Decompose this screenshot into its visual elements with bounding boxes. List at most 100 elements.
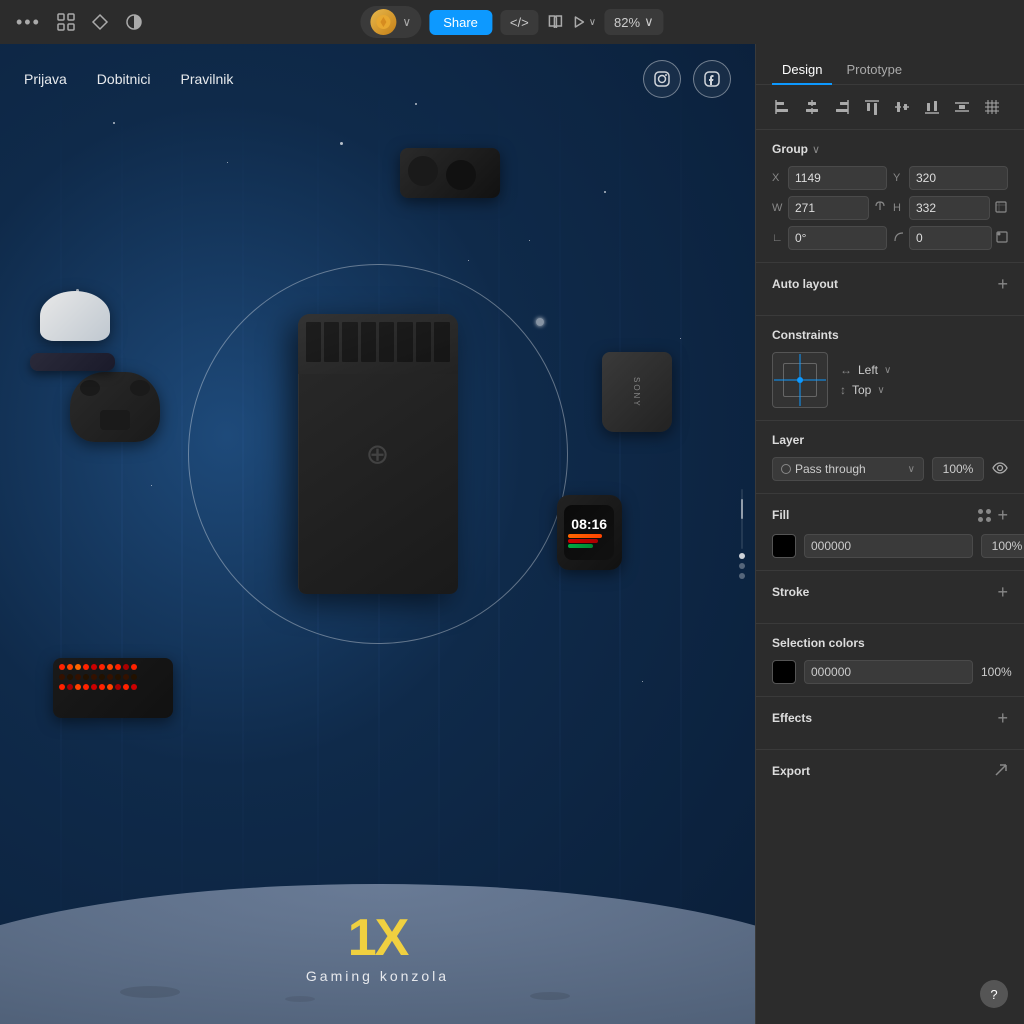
constraint-v-dropdown[interactable]: ↕ Top ∨ xyxy=(840,383,891,397)
sel-color-swatch[interactable] xyxy=(772,660,796,684)
align-top-button[interactable] xyxy=(860,95,884,119)
facebook-icon[interactable] xyxy=(693,60,731,98)
align-right-button[interactable] xyxy=(830,95,854,119)
tab-prototype[interactable]: Prototype xyxy=(836,56,912,85)
sel-colors-header: Selection colors xyxy=(772,636,1008,650)
instagram-icon[interactable] xyxy=(643,60,681,98)
contrast-icon[interactable] xyxy=(125,13,143,31)
constraint-visual-box xyxy=(772,352,828,408)
align-bottom-button[interactable] xyxy=(920,95,944,119)
constraint-h-caret-icon: ∨ xyxy=(884,365,891,376)
add-auto-layout-button[interactable]: + xyxy=(997,275,1008,293)
resize-icon[interactable] xyxy=(994,200,1008,217)
stroke-title: Stroke xyxy=(772,585,809,599)
layer-opacity-input[interactable]: 100% xyxy=(932,457,984,481)
corner-expand-icon[interactable] xyxy=(996,231,1008,246)
add-stroke-button[interactable]: + xyxy=(997,583,1008,601)
align-left-button[interactable] xyxy=(770,95,794,119)
earbuds-body xyxy=(400,148,500,198)
layer-row: Pass through ∨ 100% xyxy=(772,457,1008,481)
h-label: H xyxy=(893,202,905,214)
watch-time: 08:16 xyxy=(571,516,607,532)
watch-stats xyxy=(568,534,610,548)
tab-design[interactable]: Design xyxy=(772,56,832,85)
constraint-v-caret-icon: ∨ xyxy=(877,385,884,396)
layer-mode-caret-icon: ∨ xyxy=(908,464,915,475)
helmet-product xyxy=(30,291,120,371)
group-label: Group xyxy=(772,142,808,156)
y-input[interactable] xyxy=(909,166,1008,190)
component-icon[interactable] xyxy=(91,13,109,31)
x-input[interactable] xyxy=(788,166,887,190)
share-button[interactable]: Share xyxy=(429,10,492,35)
panel-tabs: Design Prototype xyxy=(756,44,1024,85)
layer-header: Layer xyxy=(772,433,1008,447)
main-layout: Prijava Dobitnici Pravilnik xyxy=(0,44,1024,1024)
constraint-h-dropdown[interactable]: ↔ Left ∨ xyxy=(840,363,891,377)
scroll-dot xyxy=(739,573,745,579)
constrain-proportions-icon[interactable] xyxy=(873,199,887,218)
speaker-product: SONY xyxy=(602,352,672,432)
distribute-button[interactable] xyxy=(950,95,974,119)
w-label: W xyxy=(772,202,784,214)
user-avatar-area[interactable]: ∨ xyxy=(360,6,421,38)
nav-link-prijava[interactable]: Prijava xyxy=(24,71,67,87)
angle-row: ∟ xyxy=(772,226,1008,250)
effects-title: Effects xyxy=(772,711,812,725)
more-icon[interactable]: ••• xyxy=(16,12,41,33)
led-strip-product xyxy=(53,658,173,718)
watch-body: 08:16 xyxy=(557,495,622,570)
grid-view-icon[interactable] xyxy=(57,13,75,31)
align-center-v-button[interactable] xyxy=(890,95,914,119)
layer-mode-select[interactable]: Pass through ∨ xyxy=(772,457,924,481)
constraint-v-value: Top xyxy=(852,383,871,397)
group-caret-icon[interactable]: ∨ xyxy=(812,143,820,156)
constraint-h-value: Left xyxy=(858,363,878,377)
angle-input[interactable] xyxy=(788,226,887,250)
tidy-button[interactable] xyxy=(980,95,1004,119)
nav-link-pravilnik[interactable]: Pravilnik xyxy=(181,71,234,87)
layer-visibility-icon[interactable] xyxy=(992,461,1008,477)
constraint-h-icon: ↔ xyxy=(840,363,852,377)
book-icon[interactable] xyxy=(547,13,565,31)
group-section: Group ∨ X Y W xyxy=(756,130,1024,263)
auto-layout-header: Auto layout + xyxy=(772,275,1008,293)
scroll-indicator[interactable] xyxy=(739,489,745,579)
zoom-button[interactable]: 82% ∨ xyxy=(604,9,664,35)
fill-style-icon[interactable] xyxy=(978,509,991,522)
xbox-logo: ⊕ xyxy=(366,438,389,471)
effects-header: Effects + xyxy=(772,709,1008,727)
export-header: Export xyxy=(772,762,1008,780)
scroll-thumb xyxy=(741,499,743,519)
play-icon[interactable]: ∨ xyxy=(573,15,596,29)
help-button[interactable]: ? xyxy=(980,980,1008,1008)
top-bar-center: ∨ Share </> ∨ 82% ∨ xyxy=(360,6,663,38)
products-area: ⊕ xyxy=(98,114,658,794)
avatar xyxy=(370,9,396,35)
add-effect-button[interactable]: + xyxy=(997,709,1008,727)
sel-color-hex-input[interactable] xyxy=(804,660,973,684)
canvas-area[interactable]: Prijava Dobitnici Pravilnik xyxy=(0,44,755,1024)
speaker-label: SONY xyxy=(632,377,641,408)
led-row-3 xyxy=(59,684,167,690)
smartwatch-product: 08:16 xyxy=(557,495,622,570)
add-export-button[interactable] xyxy=(994,762,1008,780)
speaker-body: SONY xyxy=(602,352,672,432)
align-center-h-button[interactable] xyxy=(800,95,824,119)
earbuds-product xyxy=(400,148,500,198)
top-bar: ••• ∨ xyxy=(0,0,1024,44)
fill-opacity-input[interactable] xyxy=(981,534,1024,558)
add-fill-button[interactable]: + xyxy=(997,506,1008,524)
nav-link-dobitnici[interactable]: Dobitnici xyxy=(97,71,151,87)
corner-input[interactable] xyxy=(909,226,992,250)
code-button[interactable]: </> xyxy=(500,10,539,35)
fill-row: − xyxy=(772,534,1008,558)
angle-label: ∟ xyxy=(772,232,784,244)
h-input[interactable] xyxy=(909,196,990,220)
zoom-chevron-icon: ∨ xyxy=(644,14,654,30)
fill-hex-input[interactable] xyxy=(804,534,973,558)
w-input[interactable] xyxy=(788,196,869,220)
fill-color-swatch[interactable] xyxy=(772,534,796,558)
constraint-line-v xyxy=(800,354,801,406)
auto-layout-section: Auto layout + xyxy=(756,263,1024,316)
